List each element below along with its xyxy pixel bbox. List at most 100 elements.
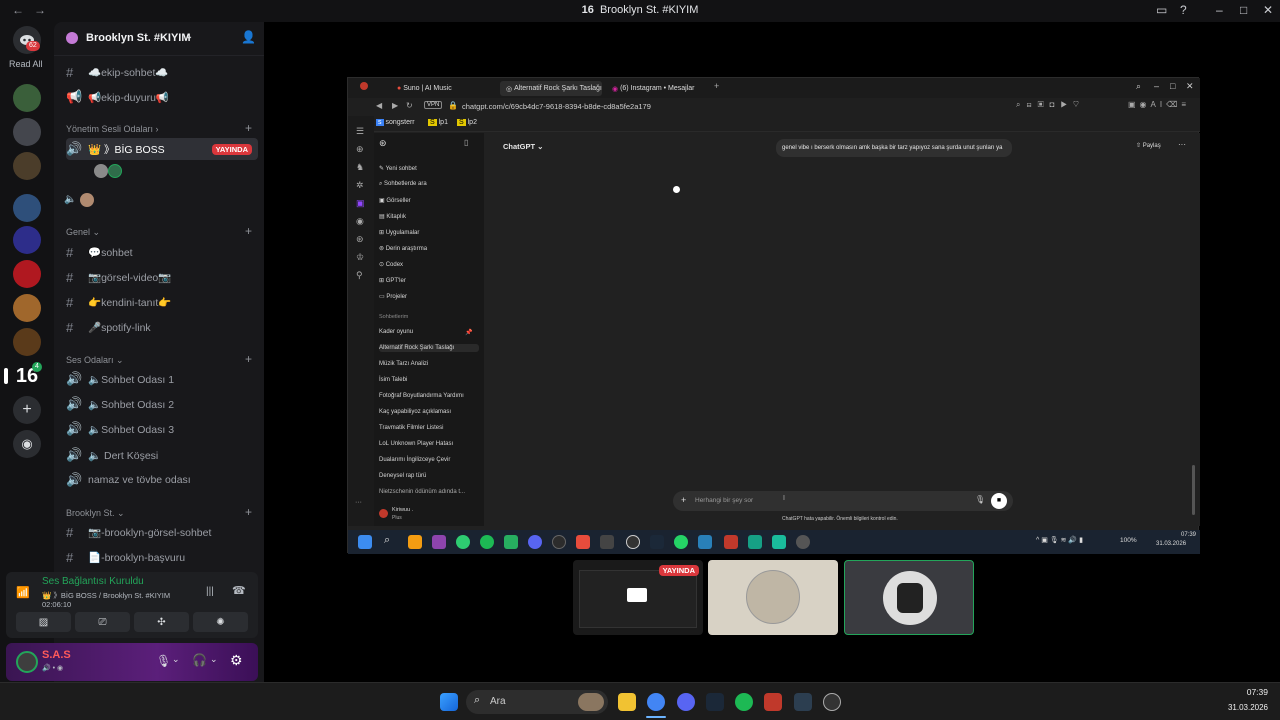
- account-name[interactable]: Kiriwuu .: [392, 507, 413, 513]
- steam-icon[interactable]: [650, 535, 664, 549]
- chat-history-item[interactable]: Deneysel rap türü: [379, 473, 426, 479]
- server-icon[interactable]: [13, 328, 41, 356]
- channel-item[interactable]: # 📄-brooklyn-başvuru: [66, 546, 258, 568]
- category-header[interactable]: Yönetim Sesli Odaları ›: [66, 124, 159, 134]
- search-icon[interactable]: ⌕: [384, 534, 390, 547]
- channel-item[interactable]: # ☁️ekip-sohbet☁️: [66, 61, 258, 83]
- browser-icon[interactable]: [552, 535, 566, 549]
- app-icon[interactable]: [794, 693, 812, 711]
- close-icon[interactable]: ✕: [1263, 3, 1273, 17]
- explore-icon[interactable]: ◉: [13, 430, 41, 458]
- soundboard-button[interactable]: ✺: [193, 612, 248, 632]
- maximize-icon[interactable]: □: [1240, 3, 1247, 17]
- back-arrow-icon[interactable]: ◀: [376, 101, 382, 110]
- codex-item[interactable]: ⊙ Codex: [379, 261, 403, 268]
- search-chats-item[interactable]: ⌕ Sohbetlerde ara: [379, 181, 427, 188]
- sidebar-app-icons[interactable]: ☰ ⊕ ♞ ✲ ▣ ◉ ⊛ ♔ ⚲: [356, 122, 365, 284]
- app-icon[interactable]: [764, 693, 782, 711]
- browser-tab[interactable]: ◉ (6) Instagram • Mesajlar: [606, 81, 716, 96]
- chat-history-item[interactable]: Müzik Tarzı Analizi: [379, 361, 428, 367]
- search-icon[interactable]: ⌕: [1136, 81, 1141, 92]
- chat-history-item-active[interactable]: Alternatif Rock Şarkı Taslağı: [379, 344, 479, 352]
- microphone-icon[interactable]: 🎙: [975, 495, 985, 504]
- chevron-down-icon[interactable]: ⌄: [210, 654, 218, 665]
- server-icon[interactable]: [13, 194, 41, 222]
- maximize-icon[interactable]: □: [1170, 81, 1175, 91]
- channel-item[interactable]: # 📷görsel-video📷: [66, 266, 258, 288]
- date[interactable]: 31.03.2026: [1156, 541, 1186, 547]
- vpn-badge[interactable]: VPN: [424, 101, 443, 109]
- taskbar-search[interactable]: ⌕ Ara: [466, 690, 608, 714]
- channel-item[interactable]: # 📷-brooklyn-görsel-sohbet: [66, 521, 258, 543]
- app-icon[interactable]: [456, 535, 470, 549]
- app-icon[interactable]: [823, 693, 841, 711]
- plus-icon[interactable]: +: [681, 495, 686, 505]
- windows-start-icon[interactable]: [440, 693, 458, 711]
- chat-history-item[interactable]: Dualarımı İngilizceye Çevir: [379, 457, 450, 463]
- taskbar-date[interactable]: 31.03.2026: [1224, 703, 1268, 712]
- browser-tab-active[interactable]: ◎ Alternatif Rock Şarkı Taslağı: [500, 81, 602, 96]
- channel-item[interactable]: # 👉kendini-tanıt👉: [66, 291, 258, 313]
- url-field[interactable]: chatgpt.com/c/69cb4dc7-9618-8394-b8de-cd…: [462, 102, 651, 111]
- server-icon[interactable]: [13, 294, 41, 322]
- voice-channel-item[interactable]: 🔊 🔈Sohbet Odası 2: [66, 393, 258, 415]
- share-button[interactable]: ⇧ Paylaş: [1136, 142, 1161, 149]
- channel-item[interactable]: 📢 📢ekip-duyuru📢: [66, 86, 258, 108]
- windows-start-icon[interactable]: [358, 535, 372, 549]
- server-folder[interactable]: [13, 118, 41, 146]
- chat-history-item[interactable]: LoL Unknown Player Hatası: [379, 441, 453, 447]
- media-icon[interactable]: [626, 535, 640, 549]
- whatsapp-icon[interactable]: [674, 535, 688, 549]
- new-tab-icon[interactable]: +: [714, 81, 719, 91]
- voice-participants[interactable]: [94, 164, 122, 180]
- prompt-input[interactable]: Herhangi bir şey sor: [695, 497, 753, 504]
- chat-history-item[interactable]: İsim Talebi: [379, 377, 407, 383]
- steam-icon[interactable]: [706, 693, 724, 711]
- app-icon[interactable]: [698, 535, 712, 549]
- app-icon[interactable]: [600, 535, 614, 549]
- extension-icons[interactable]: ⌕⊟▣◘▶♡: [1016, 100, 1085, 110]
- microphone-icon[interactable]: 🎙: [156, 654, 171, 668]
- toolbar-icons[interactable]: ▣◉AI⌫≡: [1128, 100, 1190, 109]
- stream-thumbnail[interactable]: YAYINDA: [573, 560, 703, 635]
- server-icon[interactable]: [13, 226, 41, 254]
- new-chat-item[interactable]: ✎ Yeni sohbet: [379, 165, 417, 172]
- server-icon[interactable]: [13, 84, 41, 112]
- spotify-icon[interactable]: [735, 693, 753, 711]
- discord-icon[interactable]: [528, 535, 542, 549]
- chrome-icon[interactable]: [647, 693, 665, 711]
- app-icon[interactable]: [724, 535, 738, 549]
- voice-channel-boss[interactable]: 🔊 👑 》BİG BOSS YAYINDA: [66, 138, 258, 160]
- voice-status[interactable]: Ses Bağlantısı Kuruldu: [42, 576, 144, 587]
- chat-history-item[interactable]: Travmatik Filmler Listesi: [379, 425, 443, 431]
- bookmark-item[interactable]: S lp1: [428, 119, 448, 126]
- channel-item[interactable]: # 🎤spotify-link: [66, 316, 258, 338]
- library-item[interactable]: ▤ Kitaplık: [379, 213, 406, 220]
- app-icon[interactable]: [408, 535, 422, 549]
- chatgpt-logo-icon[interactable]: ⊛: [379, 138, 387, 149]
- chat-history-item[interactable]: Kaç yapabiliyoz açıklaması: [379, 409, 451, 415]
- more-icon[interactable]: ···: [1178, 140, 1186, 149]
- app-icon[interactable]: [772, 535, 786, 549]
- close-icon[interactable]: ✕: [1186, 81, 1194, 92]
- add-server-icon[interactable]: +: [13, 396, 41, 424]
- add-channel-icon[interactable]: +: [245, 505, 252, 519]
- clock[interactable]: 07:39: [1166, 532, 1196, 538]
- forward-arrow-icon[interactable]: ▶: [392, 101, 398, 110]
- images-item[interactable]: ▣ Görseller: [379, 197, 411, 204]
- minimize-icon[interactable]: –: [1154, 81, 1159, 91]
- xbox-icon[interactable]: [504, 535, 518, 549]
- channel-item[interactable]: # 💬sohbet: [66, 241, 258, 263]
- category-header[interactable]: Ses Odaları ⌄: [66, 355, 124, 366]
- screen-share-button[interactable]: ⎚: [75, 612, 130, 632]
- chat-history-item[interactable]: Nietzschenin ödünüm adında t...: [379, 489, 465, 495]
- username[interactable]: S.A.S: [42, 649, 71, 661]
- category-header[interactable]: Brooklyn St. ⌄: [66, 508, 125, 519]
- add-member-icon[interactable]: 👤: [241, 30, 256, 44]
- system-tray-icons[interactable]: ^ ▣ 🎙 ≋ 🔊 ▮: [1036, 536, 1083, 544]
- voice-channel-item[interactable]: 🔊 namaz ve tövbe odası: [66, 469, 258, 491]
- activities-button[interactable]: ✣: [134, 612, 189, 632]
- category-header[interactable]: Genel ⌄: [66, 227, 100, 238]
- chevron-down-icon[interactable]: ⌄: [172, 654, 180, 665]
- sidebar-toggle-icon[interactable]: ▯: [464, 138, 468, 147]
